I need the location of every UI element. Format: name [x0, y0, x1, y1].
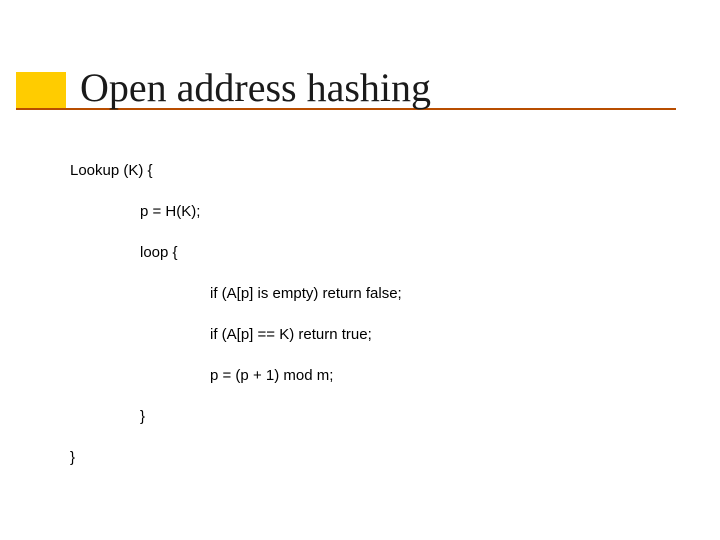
code-line: loop { [70, 242, 402, 263]
code-content: Lookup (K) { p = H(K); loop { if (A[p] i… [70, 160, 402, 488]
code-line: } [70, 447, 402, 468]
code-line: if (A[p] == K) return true; [70, 324, 402, 345]
slide-title: Open address hashing [80, 64, 431, 111]
title-accent-box [16, 72, 66, 108]
code-line: p = H(K); [70, 201, 402, 222]
code-line: if (A[p] is empty) return false; [70, 283, 402, 304]
code-line: Lookup (K) { [70, 160, 402, 181]
code-line: } [70, 406, 402, 427]
code-line: p = (p + 1) mod m; [70, 365, 402, 386]
